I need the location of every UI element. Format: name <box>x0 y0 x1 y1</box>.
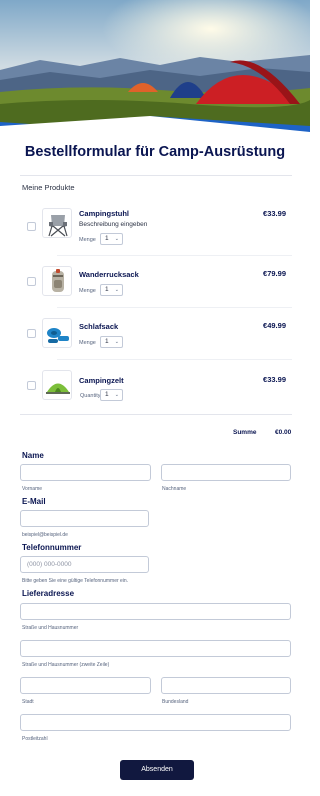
product-description: Beschreibung eingeben <box>79 221 148 228</box>
street-sublabel: Straße und Hausnummer <box>22 625 79 631</box>
product-item: Wanderrucksack €79.99 Menge 1 ⌄ <box>20 266 292 308</box>
quantity-select[interactable]: 1 ⌄ <box>100 336 123 348</box>
product-price: €79.99 <box>263 269 286 278</box>
product-divider <box>57 359 292 360</box>
first-name-input[interactable] <box>20 464 151 481</box>
quantity-label: Quantity <box>80 393 101 399</box>
product-checkbox[interactable] <box>27 381 36 390</box>
state-input[interactable] <box>161 677 291 694</box>
quantity-value: 1 <box>105 391 109 398</box>
quantity-value: 1 <box>105 235 109 242</box>
chevron-down-icon: ⌄ <box>114 392 119 398</box>
form-title: Bestellformular für Camp-Ausrüstung <box>24 144 286 160</box>
quantity-label: Menge <box>79 288 96 294</box>
product-checkbox[interactable] <box>27 222 36 231</box>
product-price: €33.99 <box>263 375 286 384</box>
street-line2-input[interactable] <box>20 640 291 657</box>
last-name-sublabel: Nachname <box>162 486 187 492</box>
product-checkbox[interactable] <box>27 277 36 286</box>
camping-chair-icon <box>42 208 72 238</box>
chevron-down-icon: ⌄ <box>114 287 119 293</box>
first-name-sublabel: Vorname <box>22 486 43 492</box>
product-name: Schlafsack <box>79 322 119 331</box>
chevron-down-icon: ⌄ <box>114 339 119 345</box>
phone-input[interactable]: (000) 000-0000 <box>20 556 149 573</box>
quantity-value: 1 <box>105 338 109 345</box>
product-item: Campingstuhl Beschreibung eingeben €33.9… <box>20 208 292 256</box>
product-divider <box>57 307 292 308</box>
city-sublabel: Stadt <box>22 699 34 705</box>
product-divider <box>57 255 292 256</box>
quantity-select[interactable]: 1 ⌄ <box>100 233 123 245</box>
product-price: €49.99 <box>263 321 286 330</box>
last-name-input[interactable] <box>161 464 291 481</box>
tent-icon <box>42 370 72 400</box>
address-label: Lieferadresse <box>22 589 75 598</box>
product-price: €33.99 <box>263 209 286 218</box>
quantity-value: 1 <box>105 286 109 293</box>
products-divider <box>20 414 292 415</box>
email-sublabel: beispiel@beispiel.de <box>22 532 68 538</box>
email-input[interactable] <box>20 510 149 527</box>
street-input[interactable] <box>20 603 291 620</box>
product-name: Campingstuhl <box>79 209 129 218</box>
quantity-label: Menge <box>79 237 96 243</box>
title-divider <box>20 175 292 176</box>
chevron-down-icon: ⌄ <box>114 236 119 242</box>
submit-button[interactable]: Absenden <box>120 760 194 780</box>
total-label: Summe <box>233 429 257 436</box>
product-checkbox[interactable] <box>27 329 36 338</box>
street-line2-sublabel: Straße und Hausnummer (zweite Zeile) <box>22 662 110 668</box>
quantity-select[interactable]: 1 ⌄ <box>100 284 123 296</box>
product-name: Wanderrucksack <box>79 270 139 279</box>
quantity-select[interactable]: 1 ⌄ <box>100 389 123 401</box>
product-name: Campingzelt <box>79 376 124 385</box>
zip-sublabel: Postleitzahl <box>22 736 48 742</box>
header-image <box>0 0 310 132</box>
product-item: Schlafsack €49.99 Menge 1 ⌄ <box>20 318 292 360</box>
zip-input[interactable] <box>20 714 291 731</box>
phone-label: Telefonnummer <box>22 543 82 552</box>
phone-sublabel: Bitte geben Sie eine gültige Telefonnumm… <box>22 578 129 584</box>
total-value: €0.00 <box>275 429 292 436</box>
products-section-label: Meine Produkte <box>22 183 75 192</box>
email-label: E-Mail <box>22 497 46 506</box>
sleeping-bag-icon <box>42 318 72 348</box>
backpack-icon <box>42 266 72 296</box>
product-item: Campingzelt €33.99 Quantity 1 ⌄ <box>20 370 292 412</box>
state-sublabel: Bundesland <box>162 699 189 705</box>
name-label: Name <box>22 451 44 460</box>
quantity-label: Menge <box>79 340 96 346</box>
city-input[interactable] <box>20 677 151 694</box>
phone-placeholder: (000) 000-0000 <box>27 561 72 568</box>
